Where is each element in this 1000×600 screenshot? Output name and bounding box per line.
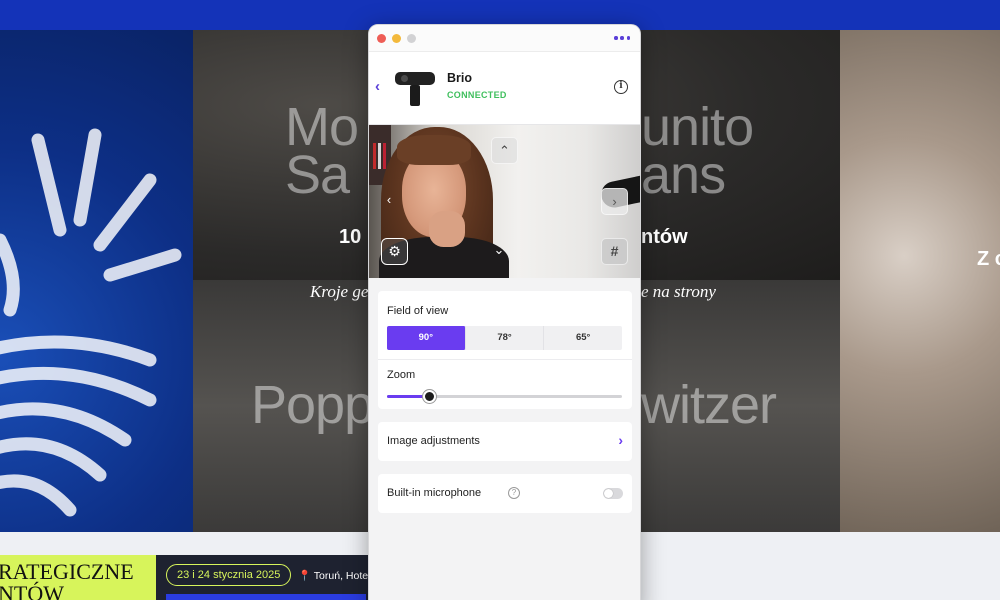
microphone-toggle[interactable]: [603, 488, 623, 499]
field-of-view-selector: 90° 78° 65°: [387, 326, 622, 350]
device-name: Brio: [447, 71, 472, 85]
chevron-right-icon: ›: [618, 432, 623, 448]
event-location: 📍 Toruń, Hotel: [298, 570, 371, 582]
field-of-view-card: Field of view 90° 78° 65° Zoom: [378, 291, 632, 409]
minimize-window-button[interactable]: [392, 34, 401, 43]
logo-panel: [0, 30, 193, 532]
window-titlebar: [369, 25, 640, 52]
zoom-slider-thumb[interactable]: [422, 390, 436, 403]
sunburst-logo-icon: [0, 128, 182, 517]
image-adjustments-row[interactable]: Image adjustments ›: [378, 422, 632, 461]
event-banner-info: 23 i 24 stycznia 2025 📍 Toruń, Hotel: [156, 555, 371, 600]
showcase-headline-bottom-right: witzer: [641, 375, 777, 435]
showcase-headline-bottom-left: Popp: [251, 375, 374, 435]
chevron-left-icon[interactable]: ‹: [375, 79, 389, 95]
zoom-slider[interactable]: [387, 390, 622, 403]
showcase-subhead-right: ntów: [641, 226, 688, 248]
grid-icon[interactable]: #: [601, 238, 628, 265]
showcase-subhead-left: 10: [339, 226, 362, 248]
fov-option-78[interactable]: 78°: [466, 326, 545, 350]
microphone-row: Built-in microphone ?: [378, 474, 632, 513]
field-of-view-label: Field of view: [387, 305, 449, 317]
showcase-tagline-right: e na strony: [641, 282, 716, 301]
event-cta-button[interactable]: [166, 594, 366, 600]
chevron-down-icon[interactable]: ⌄: [491, 237, 507, 264]
info-icon[interactable]: i: [614, 80, 628, 94]
device-header: ‹ Brio CONNECTED i: [369, 52, 640, 125]
chevron-up-icon[interactable]: ⌃: [491, 137, 518, 164]
gear-icon[interactable]: ⚙: [381, 238, 408, 265]
portrait-panel: Z c: [840, 30, 1000, 532]
chevron-left-icon[interactable]: ‹: [381, 187, 397, 214]
zoom-window-button[interactable]: [407, 34, 416, 43]
close-window-button[interactable]: [377, 34, 386, 43]
camera-preview: ⌃ ‹ › ⌄ ⚙ #: [369, 125, 640, 278]
event-date-pill: 23 i 24 stycznia 2025: [166, 564, 292, 586]
fov-option-65[interactable]: 65°: [544, 326, 622, 350]
microphone-label: Built-in microphone: [387, 487, 482, 499]
question-icon[interactable]: ?: [508, 487, 520, 499]
camera-app-window: ‹ Brio CONNECTED i ⌃ ‹ › ⌄ ⚙ # Field of …: [368, 24, 641, 600]
fov-option-90[interactable]: 90°: [387, 326, 466, 350]
chevron-right-icon[interactable]: ›: [601, 188, 628, 215]
zoom-label: Zoom: [387, 369, 416, 381]
more-dots-icon[interactable]: [614, 31, 630, 45]
right-panel-text: Z c: [977, 248, 1000, 270]
device-status: CONNECTED: [447, 90, 507, 100]
showcase-tagline-left: Kroje ge: [310, 282, 369, 301]
image-adjustments-label: Image adjustments: [387, 435, 480, 447]
event-banner-title: RATEGICZNE NTÓW: [0, 555, 156, 600]
webcam-icon: [395, 70, 439, 108]
divider: [378, 359, 632, 360]
